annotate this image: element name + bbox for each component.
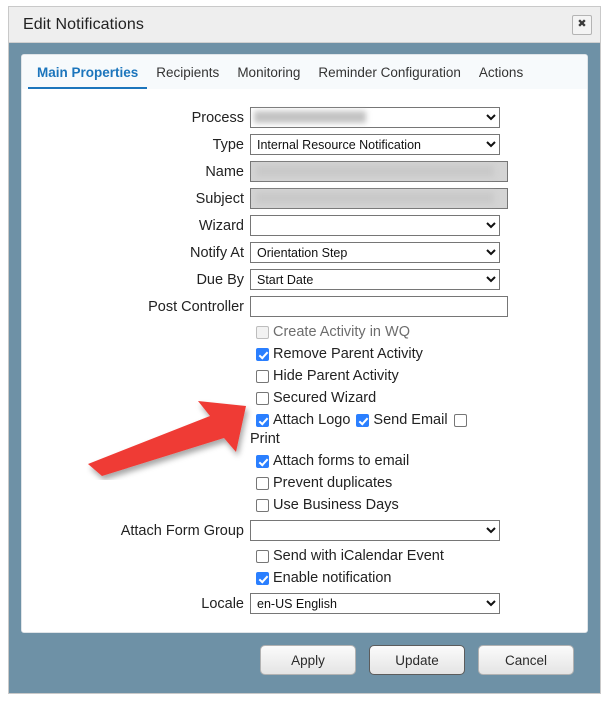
type-label: Type	[212, 136, 244, 153]
field-row-process: Process	[22, 107, 587, 128]
dialog-titlebar: Edit Notifications ✖	[9, 7, 600, 43]
field-row-type: Type Internal Resource Notification	[22, 134, 587, 155]
secured-wizard-label: Secured Wizard	[273, 390, 377, 406]
edit-notifications-dialog: Edit Notifications ✖ Main Properties Rec…	[8, 6, 601, 694]
attach-form-group-label: Attach Form Group	[120, 522, 244, 539]
print-label: Print	[250, 431, 280, 447]
hide-parent-activity-checkbox[interactable]	[256, 370, 269, 383]
hide-parent-activity-label: Hide Parent Activity	[273, 368, 399, 384]
name-label: Name	[205, 163, 244, 180]
name-redaction	[250, 161, 508, 182]
print-checkbox[interactable]	[453, 414, 467, 427]
tabstrip: Main Properties Recipients Monitoring Re…	[22, 55, 587, 89]
cancel-button[interactable]: Cancel	[478, 645, 574, 675]
notify-at-select[interactable]: Orientation Step	[250, 242, 500, 263]
checkbox-row-prevent-duplicates: Prevent duplicates	[22, 474, 587, 493]
tab-main-properties[interactable]: Main Properties	[28, 59, 148, 89]
checkbox-row-use-business-days: Use Business Days	[22, 496, 587, 515]
field-row-locale: Locale en-US English	[22, 593, 587, 614]
close-icon[interactable]: ✖	[572, 14, 592, 35]
prevent-duplicates-checkbox[interactable]	[256, 477, 269, 490]
post-controller-input[interactable]	[250, 296, 508, 317]
attach-forms-to-email-checkbox[interactable]	[256, 455, 269, 468]
field-row-subject: Subject	[22, 188, 587, 209]
tab-actions[interactable]: Actions	[470, 59, 532, 89]
create-activity-wq-label: Create Activity in WQ	[273, 324, 410, 340]
checkbox-row-secured-wizard: Secured Wizard	[22, 389, 587, 408]
subject-label: Subject	[195, 190, 244, 207]
locale-select[interactable]: en-US English	[250, 593, 500, 614]
checkbox-row-enable-notification: Enable notification	[22, 569, 587, 588]
send-with-icalendar-label: Send with iCalendar Event	[273, 548, 444, 564]
apply-button[interactable]: Apply	[260, 645, 356, 675]
attach-logo-label: Attach Logo	[273, 412, 351, 428]
wizard-label: Wizard	[198, 217, 244, 234]
main-properties-form: Process Type Internal Resource Notificat…	[22, 89, 587, 632]
checkbox-row-hide-parent-activity: Hide Parent Activity	[22, 367, 587, 386]
use-business-days-label: Use Business Days	[273, 497, 399, 513]
checkbox-row-attach-forms-to-email: Attach forms to email	[22, 452, 587, 471]
process-select[interactable]	[250, 107, 500, 128]
tab-reminder-configuration[interactable]: Reminder Configuration	[309, 59, 470, 89]
checkbox-row-create-activity-wq: Create Activity in WQ	[22, 323, 587, 342]
field-row-post-controller: Post Controller	[22, 296, 587, 317]
remove-parent-activity-checkbox[interactable]	[256, 348, 269, 361]
process-label: Process	[191, 109, 244, 126]
dialog-body: Main Properties Recipients Monitoring Re…	[9, 43, 600, 693]
send-with-icalendar-checkbox[interactable]	[256, 550, 269, 563]
field-row-attach-form-group: Attach Form Group	[22, 520, 587, 541]
name-input[interactable]	[250, 161, 508, 182]
checkbox-row-logo-email-print: Attach Logo Send Email Print	[22, 411, 587, 449]
field-row-due-by: Due By Start Date	[22, 269, 587, 290]
field-row-wizard: Wizard	[22, 215, 587, 236]
due-by-select[interactable]: Start Date	[250, 269, 500, 290]
dialog-footer: Apply Update Cancel	[21, 633, 588, 683]
type-select[interactable]: Internal Resource Notification	[250, 134, 500, 155]
subject-redaction	[250, 188, 508, 209]
create-activity-wq-checkbox	[256, 326, 269, 339]
use-business-days-checkbox[interactable]	[256, 499, 269, 512]
attach-forms-to-email-label: Attach forms to email	[273, 453, 410, 469]
field-row-name: Name	[22, 161, 587, 182]
locale-label: Locale	[201, 595, 244, 612]
enable-notification-label: Enable notification	[273, 570, 392, 586]
tab-recipients[interactable]: Recipients	[147, 59, 228, 89]
checkbox-row-remove-parent-activity: Remove Parent Activity	[22, 345, 587, 364]
secured-wizard-checkbox[interactable]	[256, 392, 269, 405]
subject-input[interactable]	[250, 188, 508, 209]
send-email-label: Send Email	[373, 412, 448, 428]
wizard-select[interactable]	[250, 215, 500, 236]
tab-monitoring[interactable]: Monitoring	[228, 59, 309, 89]
process-redaction	[250, 107, 500, 128]
tab-panel: Main Properties Recipients Monitoring Re…	[21, 54, 588, 633]
attach-form-group-select[interactable]	[250, 520, 500, 541]
prevent-duplicates-label: Prevent duplicates	[273, 475, 393, 491]
dialog-title: Edit Notifications	[23, 15, 144, 33]
checkbox-row-send-with-icalendar: Send with iCalendar Event	[22, 547, 587, 566]
notify-at-label: Notify At	[190, 244, 244, 261]
post-controller-label: Post Controller	[148, 298, 244, 315]
remove-parent-activity-label: Remove Parent Activity	[273, 346, 423, 362]
send-email-checkbox[interactable]	[356, 414, 370, 427]
enable-notification-checkbox[interactable]	[256, 572, 269, 585]
attach-logo-checkbox[interactable]	[256, 414, 269, 427]
update-button[interactable]: Update	[369, 645, 465, 675]
field-row-notify-at: Notify At Orientation Step	[22, 242, 587, 263]
due-by-label: Due By	[196, 271, 244, 288]
